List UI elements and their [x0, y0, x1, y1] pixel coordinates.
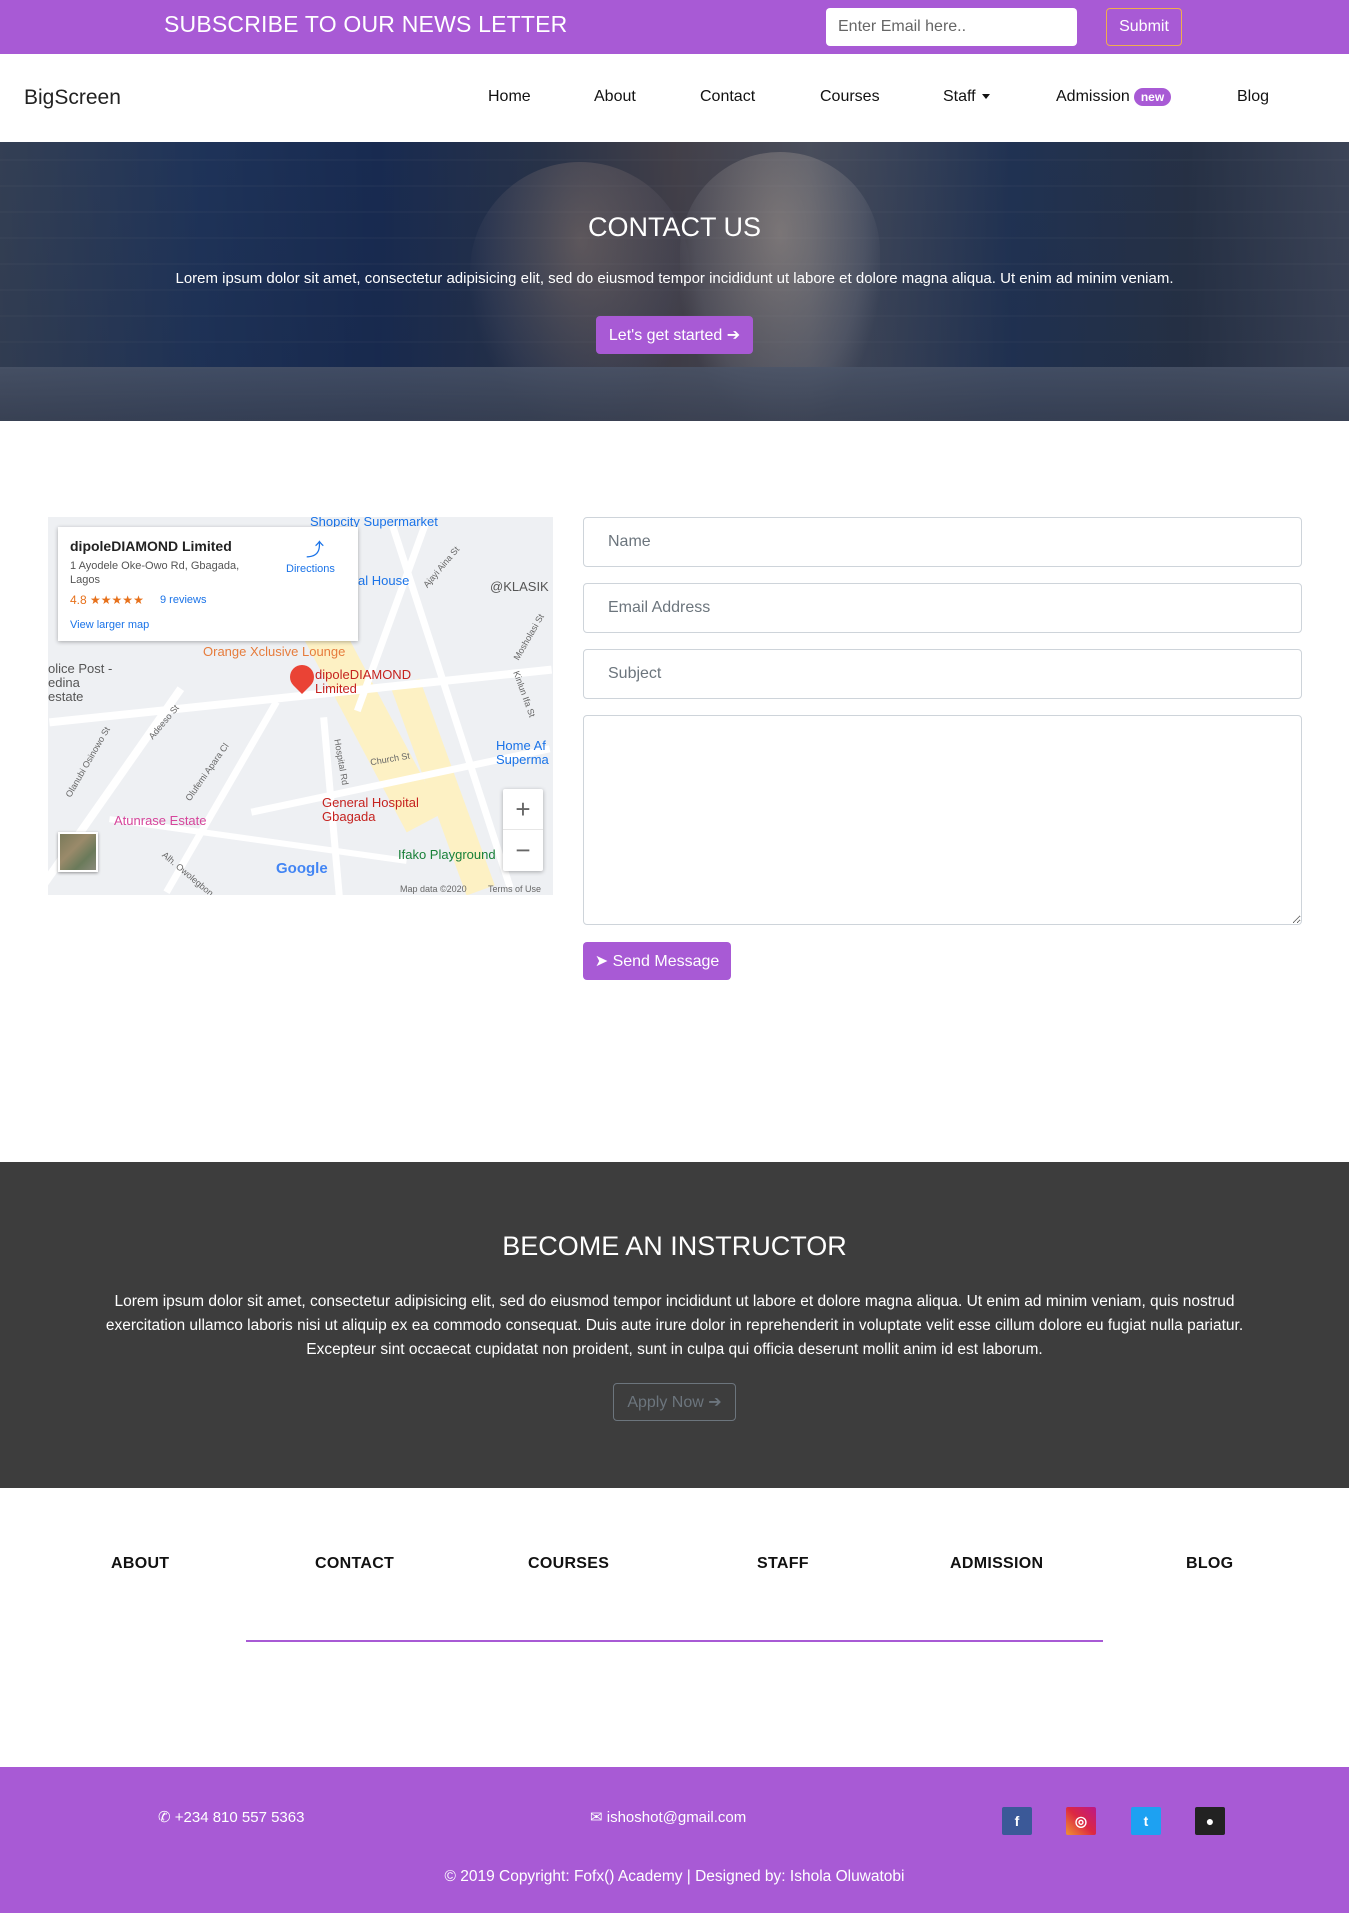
map-marker-pin[interactable]: [285, 660, 319, 694]
zoom-in-button[interactable]: +: [503, 789, 543, 830]
hero-text: Lorem ipsum dolor sit amet, consectetur …: [175, 270, 1174, 287]
directions-link[interactable]: Directions: [286, 563, 335, 575]
nav-home[interactable]: Home: [488, 88, 531, 106]
brand-logo[interactable]: BigScreen: [24, 86, 121, 110]
satellite-toggle-button[interactable]: [58, 832, 98, 872]
apply-now-label: Apply Now: [627, 1394, 704, 1411]
nav-home-label: Home: [488, 88, 531, 105]
contact-phone: ✆ +234 810 557 5363: [158, 1808, 304, 1826]
paper-plane-icon: ➤: [594, 953, 609, 970]
map-label-atunrase: Atunrase Estate: [114, 813, 207, 828]
map-label-home-supermarket: Home Af Superma: [496, 738, 549, 767]
footer-link-admission[interactable]: ADMISSION: [950, 1555, 1043, 1573]
map-zoom-control: + −: [503, 789, 543, 871]
map-label-police-post: olice Post - edina estate: [48, 661, 113, 704]
footer-link-blog[interactable]: BLOG: [1186, 1555, 1233, 1573]
nav-blog-label: Blog: [1237, 88, 1270, 105]
footer-link-courses[interactable]: COURSES: [528, 1555, 609, 1573]
twitter-icon[interactable]: t: [1131, 1807, 1161, 1835]
phone-icon: ✆: [158, 1809, 171, 1826]
footer-link-staff[interactable]: STAFF: [757, 1555, 809, 1573]
subject-input[interactable]: [583, 649, 1302, 699]
nav-blog[interactable]: Blog: [1237, 88, 1269, 106]
view-larger-map-link[interactable]: View larger map: [70, 619, 149, 631]
nav-courses[interactable]: Courses: [820, 88, 880, 106]
nav-staff-dropdown[interactable]: Staff: [943, 88, 990, 106]
email-input[interactable]: [583, 583, 1302, 633]
instructor-text: Lorem ipsum dolor sit amet, consectetur …: [105, 1293, 1244, 1358]
map-terms-link[interactable]: Terms of Use: [488, 884, 541, 894]
map-place-address: 1 Ayodele Oke-Owo Rd, Gbagada, Lagos: [70, 560, 240, 586]
navbar: BigScreen Home About Contact Courses Sta…: [0, 54, 1349, 142]
map-data-credit: Map data ©2020: [400, 884, 467, 894]
caret-down-icon: [981, 94, 990, 100]
map-place-name: dipoleDIAMOND Limited: [70, 538, 232, 554]
contact-email[interactable]: ✉ ishoshot@gmail.com: [590, 1808, 746, 1826]
footer-divider: [246, 1640, 1103, 1642]
map-info-card: dipoleDIAMOND Limited 1 Ayodele Oke-Owo …: [58, 527, 358, 641]
newsletter-title: SUBSCRIBE TO OUR NEWS LETTER: [164, 11, 568, 37]
instructor-section: BECOME AN INSTRUCTOR Lorem ipsum dolor s…: [0, 1162, 1349, 1488]
email-address: ishoshot@gmail.com: [606, 1809, 747, 1826]
map-label-house: al House: [358, 573, 410, 588]
apply-now-button[interactable]: Apply Now ➔: [613, 1383, 736, 1421]
newsletter-submit-button[interactable]: Submit: [1106, 8, 1182, 46]
map-street-mosholasi: Mosholasi St: [511, 612, 546, 662]
map-label-orange-lounge: Orange Xclusive Lounge: [203, 644, 346, 659]
copyright-text: © 2019 Copyright: Fofx() Academy | Desig…: [444, 1868, 905, 1885]
nav-admission[interactable]: Admission new: [1056, 88, 1172, 106]
nav-courses-label: Courses: [820, 88, 880, 105]
newsletter-bar: SUBSCRIBE TO OUR NEWS LETTER Submit: [0, 0, 1349, 54]
github-icon[interactable]: ●: [1195, 1807, 1225, 1835]
get-started-button[interactable]: Let's get started ➔: [596, 316, 753, 354]
map-label-ifako: Ifako Playground: [398, 847, 496, 862]
hero-background-steps: [0, 367, 1349, 421]
envelope-icon: ✉: [590, 1809, 603, 1826]
bottom-bar: ✆ +234 810 557 5363 ✉ ishoshot@gmail.com…: [0, 1767, 1349, 1913]
google-map[interactable]: Shopcity Supermarket al House @KLASIK Or…: [48, 517, 553, 895]
new-badge: new: [1133, 88, 1172, 106]
map-rating: 4.8 ★★★★★: [70, 593, 144, 607]
zoom-out-button[interactable]: −: [503, 830, 543, 871]
arrow-right-icon: ➔: [708, 1394, 722, 1411]
instagram-icon[interactable]: ◎: [1066, 1807, 1096, 1835]
map-label-klasik: @KLASIK: [490, 579, 549, 594]
map-label-general-hospital: General Hospital Gbagada: [322, 795, 419, 824]
arrow-right-icon: ➔: [726, 327, 741, 344]
map-reviews-link[interactable]: 9 reviews: [160, 594, 206, 606]
newsletter-email-input[interactable]: [826, 8, 1077, 46]
hero-banner: CONTACT US Lorem ipsum dolor sit amet, c…: [0, 142, 1349, 421]
footer-link-contact[interactable]: CONTACT: [315, 1555, 394, 1573]
map-street-ajayi: Ajayi Aina St: [421, 544, 462, 590]
map-rating-value: 4.8: [70, 593, 87, 607]
send-message-button[interactable]: ➤ Send Message: [583, 942, 731, 980]
hero-title: CONTACT US: [587, 212, 761, 242]
map-street-hospital-rd: Hospital Rd: [332, 738, 351, 786]
map-street-kinlun: Kinlun Ifa St: [511, 669, 538, 719]
phone-number: +234 810 557 5363: [174, 1809, 305, 1826]
nav-about-label: About: [594, 88, 636, 105]
nav-contact[interactable]: Contact: [700, 88, 755, 106]
nav-about[interactable]: About: [594, 88, 636, 106]
instructor-title: BECOME AN INSTRUCTOR: [502, 1231, 847, 1261]
get-started-label: Let's get started: [608, 327, 723, 344]
send-message-label: Send Message: [612, 953, 720, 970]
name-input[interactable]: [583, 517, 1302, 567]
directions-icon[interactable]: ⤴: [306, 541, 324, 559]
footer-link-about[interactable]: ABOUT: [111, 1555, 169, 1573]
nav-admission-label: Admission: [1056, 88, 1130, 106]
star-icon: ★★★★★: [90, 593, 144, 607]
nav-contact-label: Contact: [700, 88, 756, 105]
facebook-icon[interactable]: f: [1002, 1807, 1032, 1835]
google-logo: Google: [276, 860, 328, 877]
nav-staff-label: Staff: [943, 88, 976, 105]
message-textarea[interactable]: [583, 715, 1302, 925]
map-marker-label: dipoleDIAMOND Limited: [315, 667, 412, 696]
map-street-olanubi: Olanubi Osinowo St: [63, 725, 112, 799]
